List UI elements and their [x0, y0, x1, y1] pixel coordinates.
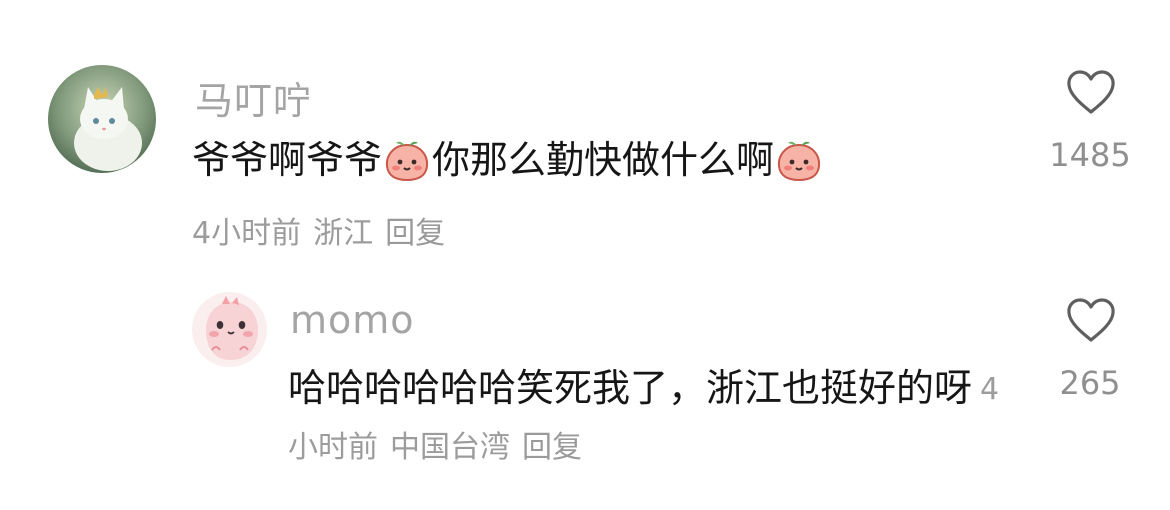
comment-meta: 4小时前 浙江 回复 — [192, 208, 445, 252]
reply-button[interactable]: 回复 — [522, 430, 582, 465]
reply-text: 哈哈哈哈哈哈笑死我了，浙江也挺好的呀 — [288, 366, 973, 410]
comment-text-part: 你那么勤快做什么啊 — [432, 138, 775, 182]
username[interactable]: momo — [290, 298, 415, 342]
comment-location: 浙江 — [313, 216, 374, 251]
comment-text-part: 爷爷啊爷爷 — [192, 138, 383, 182]
peach-face-emoji-icon — [384, 139, 430, 193]
peach-face-emoji-icon — [776, 139, 822, 193]
heart-icon[interactable] — [1066, 70, 1116, 116]
comment-time: 4小时前 — [192, 216, 302, 251]
like-count: 1485 — [1049, 136, 1131, 174]
comment-text: 哈哈哈哈哈哈笑死我了，浙江也挺好的呀 4小时前 中国台湾 回复 — [288, 360, 1008, 476]
comment-location: 中国台湾 — [390, 430, 510, 465]
comment-text: 爷爷啊爷爷 你那么勤快做什么啊 — [192, 135, 824, 193]
username[interactable]: 马叮咛 — [195, 70, 312, 125]
reply-button[interactable]: 回复 — [385, 216, 445, 251]
heart-icon[interactable] — [1066, 298, 1116, 344]
avatar[interactable] — [192, 292, 267, 367]
avatar[interactable] — [48, 65, 156, 173]
like-count: 265 — [1059, 364, 1121, 402]
